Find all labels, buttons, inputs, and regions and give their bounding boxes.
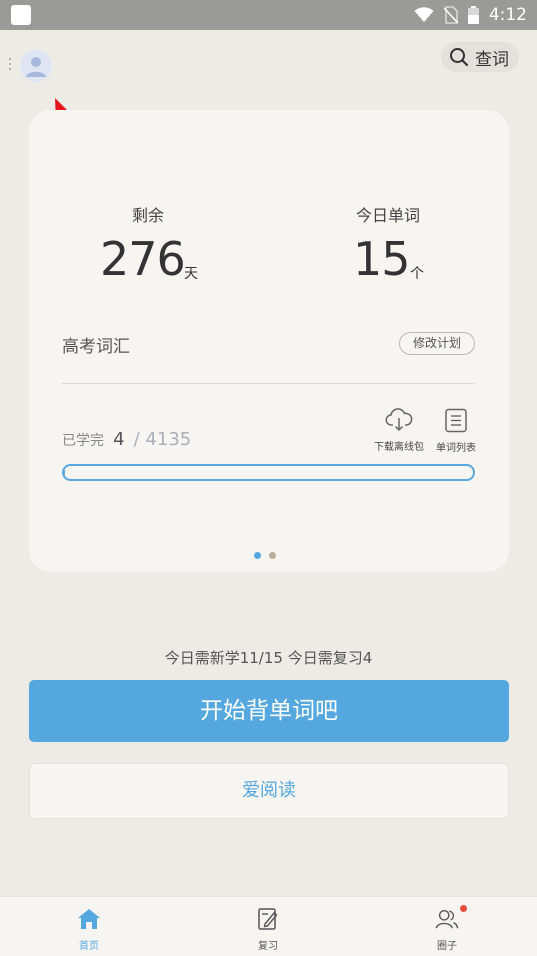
bottom-nav: 首页 复习 圈子 bbox=[0, 896, 537, 956]
learned-progress-text: 已学完 4 / 4135 bbox=[62, 429, 191, 450]
wifi-icon bbox=[414, 7, 434, 22]
today-words-label: 今日单词 bbox=[356, 206, 421, 225]
vocabulary-book-name: 高考词汇 bbox=[62, 337, 130, 357]
app-notification-icon bbox=[11, 5, 31, 25]
search-label: 查词 bbox=[475, 49, 509, 70]
remaining-days-label: 剩余 bbox=[132, 206, 165, 225]
community-icon bbox=[435, 910, 459, 929]
study-plan-card[interactable]: 剩余 276 天 今日单词 15 个 高考词汇 修改计划 已学完 4 / 413… bbox=[29, 110, 509, 572]
edit-plan-button[interactable]: 修改计划 bbox=[399, 332, 475, 355]
user-avatar-icon[interactable] bbox=[20, 50, 52, 82]
tab-review[interactable]: 复习 bbox=[208, 897, 328, 956]
page-indicator-dot bbox=[254, 552, 261, 559]
download-offline-button[interactable]: 下载离线包 bbox=[371, 408, 427, 453]
word-list-icon bbox=[445, 408, 467, 433]
learning-progress-bar bbox=[62, 464, 475, 481]
page-indicator-dot bbox=[269, 552, 276, 559]
review-edit-icon bbox=[258, 908, 278, 930]
word-list-label: 单词列表 bbox=[436, 443, 476, 454]
page-indicator bbox=[254, 552, 276, 559]
avatar-silhouette bbox=[26, 57, 46, 77]
status-bar: 4:12 bbox=[0, 0, 537, 30]
reading-button[interactable]: 爱阅读 bbox=[29, 763, 509, 819]
tab-community-label: 圈子 bbox=[437, 941, 457, 952]
tab-home-label: 首页 bbox=[79, 941, 99, 952]
more-vertical-icon[interactable] bbox=[9, 58, 13, 72]
notification-badge bbox=[460, 905, 467, 912]
status-time: 4:12 bbox=[488, 5, 527, 25]
battery-icon bbox=[467, 6, 479, 24]
search-icon bbox=[450, 48, 469, 67]
no-sim-icon bbox=[443, 6, 458, 24]
search-button[interactable]: 查词 bbox=[441, 42, 519, 72]
status-icons: 4:12 bbox=[414, 4, 527, 26]
tab-review-label: 复习 bbox=[258, 941, 278, 952]
today-words-value: 15 bbox=[353, 232, 411, 286]
daily-summary-text: 今日需新学11/15 今日需复习4 bbox=[164, 649, 373, 667]
word-list-button[interactable]: 单词列表 bbox=[431, 408, 481, 454]
remaining-days-unit: 天 bbox=[184, 266, 198, 282]
cloud-download-icon bbox=[385, 408, 413, 432]
learned-label: 已学完 bbox=[62, 433, 104, 449]
learned-total: / 4135 bbox=[133, 429, 192, 450]
home-icon bbox=[78, 909, 100, 929]
remaining-days-value: 276 bbox=[100, 232, 186, 286]
tab-community[interactable]: 圈子 bbox=[387, 897, 507, 956]
tab-home[interactable]: 首页 bbox=[29, 897, 149, 956]
download-offline-label: 下载离线包 bbox=[374, 442, 424, 453]
today-words-unit: 个 bbox=[410, 266, 424, 282]
start-memorizing-button[interactable]: 开始背单词吧 bbox=[29, 680, 509, 742]
divider bbox=[62, 383, 475, 384]
learned-count: 4 bbox=[113, 429, 125, 450]
